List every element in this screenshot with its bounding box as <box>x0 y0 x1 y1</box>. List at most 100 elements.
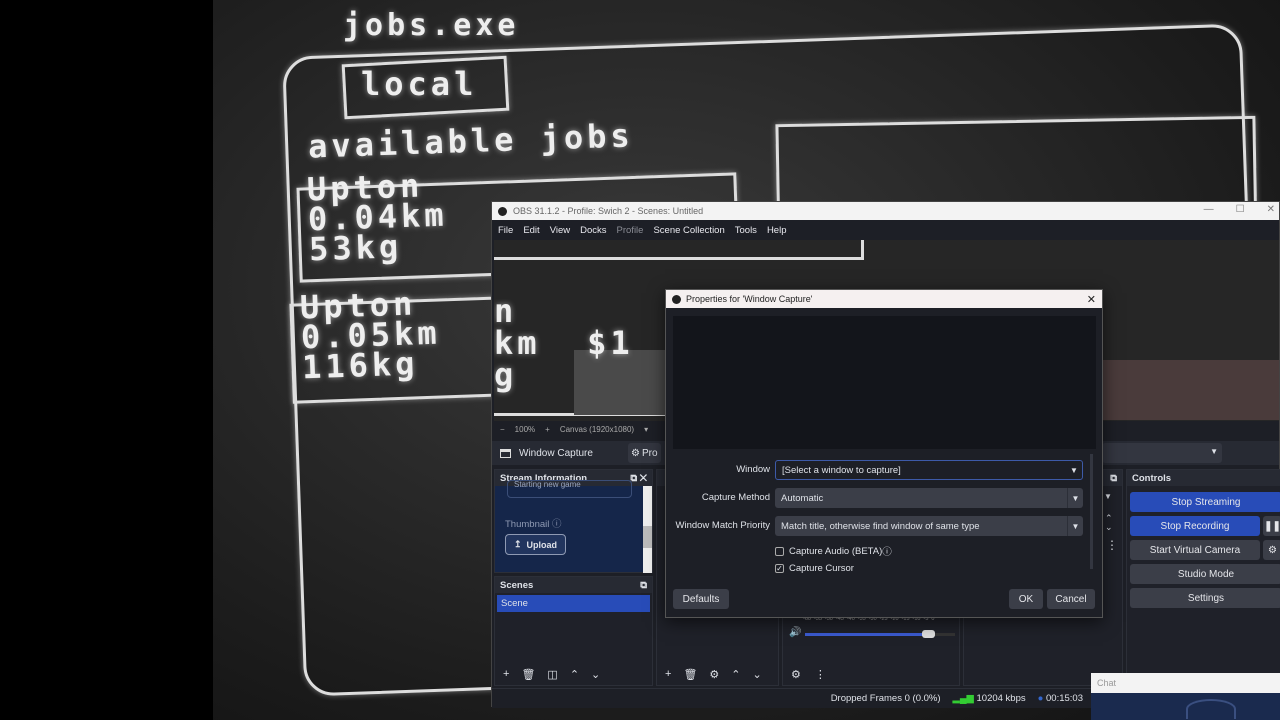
chevron-down-icon[interactable]: ▼ <box>1104 492 1112 501</box>
thumbnail-text: Thumbnail <box>505 519 550 530</box>
scene-item[interactable]: Scene <box>497 595 650 612</box>
menu-scene-collection[interactable]: Scene Collection <box>653 225 724 236</box>
volume-slider[interactable] <box>805 630 955 638</box>
volume-handle[interactable] <box>922 630 935 638</box>
filter-icon[interactable]: ◫ <box>547 668 557 681</box>
trash-icon[interactable]: 🗑 <box>683 668 697 681</box>
game-tab-local[interactable]: local <box>361 65 477 103</box>
dock-header: Scenes ⧉ <box>495 577 652 593</box>
chevron-down-icon: ▼ <box>1067 516 1083 536</box>
pause-recording-button[interactable]: ❚❚ <box>1263 516 1280 536</box>
menu-tools[interactable]: Tools <box>735 225 757 236</box>
match-priority-value: Match title, otherwise find window of sa… <box>781 520 980 532</box>
mixer-settings-icon[interactable]: ⚙ <box>791 668 801 681</box>
minimize-icon[interactable]: — <box>1204 204 1214 215</box>
dialog-titlebar: Properties for 'Window Capture' ✕ <box>666 290 1102 308</box>
chat-titlebar: Chat <box>1091 673 1280 693</box>
speaker-icon[interactable]: 🔊 <box>789 627 801 638</box>
job-weight: 116kg <box>301 344 420 387</box>
zoom-level: 100% <box>514 425 536 434</box>
help-icon[interactable]: ⓘ <box>882 544 892 558</box>
maximize-icon[interactable]: ☐ <box>1236 204 1245 215</box>
dock-title: Scenes <box>500 579 534 591</box>
gear-icon[interactable]: ⚙ <box>709 668 719 681</box>
add-icon[interactable]: + <box>665 668 671 681</box>
checkbox-checked[interactable]: ✓ <box>775 564 784 573</box>
ok-button[interactable]: OK <box>1009 589 1043 609</box>
capture-audio-checkbox[interactable]: Capture Audio (BETA) ⓘ <box>775 544 892 558</box>
match-priority-label: Window Match Priority <box>675 520 771 531</box>
more-icon[interactable]: ⋮ <box>815 668 826 681</box>
window-select[interactable]: [Select a window to capture] ▼ <box>775 460 1083 480</box>
undock-icon[interactable]: ⧉ <box>1110 473 1117 484</box>
scrollbar-thumb[interactable] <box>643 526 652 548</box>
more-icon[interactable]: ⋮ <box>1106 538 1118 552</box>
pause-icon: ❚❚ <box>1264 520 1280 532</box>
move-down-icon[interactable]: ⌄ <box>591 668 600 681</box>
menu-docks[interactable]: Docks <box>580 225 606 236</box>
upload-icon: ↥ <box>513 539 522 549</box>
zoom-in-button[interactable]: + <box>545 425 550 434</box>
dock-title: Controls <box>1132 472 1172 484</box>
move-up-icon[interactable]: ⌃ <box>570 668 579 681</box>
studio-mode-button[interactable]: Studio Mode <box>1130 564 1280 584</box>
window-title: OBS 31.1.2 - Profile: Swich 2 - Scenes: … <box>513 206 704 216</box>
duration-spinner[interactable]: ⌃ ⌄ <box>1105 514 1113 532</box>
controls-dock: Controls Stop Streaming Stop Recording ❚… <box>1126 469 1280 686</box>
obs-titlebar: OBS 31.1.2 - Profile: Swich 2 - Scenes: … <box>492 202 1279 220</box>
menu-edit[interactable]: Edit <box>523 225 539 236</box>
bitrate: 10204 kbps <box>976 693 1026 704</box>
gear-icon: ⚙ <box>631 447 640 459</box>
stream-time: 00:15:03 <box>1046 693 1083 704</box>
defaults-button[interactable]: Defaults <box>673 589 729 609</box>
checkbox-unchecked[interactable] <box>775 546 784 556</box>
close-icon[interactable]: ✕ <box>1267 204 1275 215</box>
capture-method-select[interactable]: Automatic ▼ <box>775 488 1083 508</box>
trash-icon[interactable]: 🗑 <box>521 668 535 681</box>
add-icon[interactable]: + <box>503 668 509 681</box>
source-dropdown[interactable]: ▼ <box>1102 443 1222 463</box>
signal-icon: ▂▄▆ <box>952 693 974 704</box>
match-priority-select[interactable]: Match title, otherwise find window of sa… <box>775 516 1083 536</box>
dock-header: Controls <box>1127 470 1280 486</box>
preview-frame <box>494 240 864 260</box>
thumbnail-label: Thumbnail ⓘ <box>505 516 562 530</box>
obs-logo-icon <box>498 206 507 216</box>
capture-cursor-checkbox[interactable]: ✓ Capture Cursor <box>775 563 854 574</box>
settings-button[interactable]: Settings <box>1130 588 1280 608</box>
stop-recording-button[interactable]: Stop Recording <box>1130 516 1260 536</box>
move-up-icon[interactable]: ⌃ <box>731 668 740 681</box>
window-label: Window <box>736 464 770 475</box>
menu-profile[interactable]: Profile <box>617 225 644 236</box>
stop-streaming-button[interactable]: Stop Streaming <box>1130 492 1280 512</box>
menu-help[interactable]: Help <box>767 225 787 236</box>
upload-button[interactable]: ↥ Upload <box>505 534 566 555</box>
scrollbar[interactable] <box>643 486 652 573</box>
chevron-down-icon: ▼ <box>1067 488 1083 508</box>
menu-view[interactable]: View <box>550 225 570 236</box>
dialog-scrollbar[interactable] <box>1090 454 1093 569</box>
canvas-dropdown-icon[interactable]: ▾ <box>644 425 648 434</box>
close-icon[interactable]: ✕ <box>640 473 647 484</box>
close-icon[interactable]: ✕ <box>1087 293 1096 306</box>
sources-toolbar: + 🗑 ⚙ ⌃ ⌄ <box>665 668 762 681</box>
job-1: Upton 0.04km 53kg <box>306 166 449 268</box>
cancel-button[interactable]: Cancel <box>1047 589 1095 609</box>
window-icon <box>500 448 511 458</box>
source-properties-button[interactable]: ⚙ Pro <box>628 443 661 463</box>
dialog-title: Properties for 'Window Capture' <box>686 294 813 304</box>
move-down-icon[interactable]: ⌄ <box>753 668 762 681</box>
zoom-out-button[interactable]: − <box>500 425 505 434</box>
undock-icon[interactable]: ⧉ <box>640 580 647 591</box>
capture-method-label: Capture Method <box>701 492 770 503</box>
menu-file[interactable]: File <box>498 225 513 236</box>
gear-icon: ⚙ <box>1268 544 1277 556</box>
capture-cursor-label: Capture Cursor <box>789 563 854 574</box>
start-virtual-camera-button[interactable]: Start Virtual Camera <box>1130 540 1260 560</box>
virtual-camera-settings-button[interactable]: ⚙ <box>1263 540 1280 560</box>
canvas-size[interactable]: Canvas (1920x1080) <box>560 425 634 434</box>
job-2: Upton 0.05km 116kg <box>299 284 442 387</box>
menu-bar: File Edit View Docks Profile Scene Colle… <box>492 220 1279 240</box>
window-value: [Select a window to capture] <box>782 464 901 476</box>
game-field[interactable]: Starting new game <box>507 480 632 498</box>
